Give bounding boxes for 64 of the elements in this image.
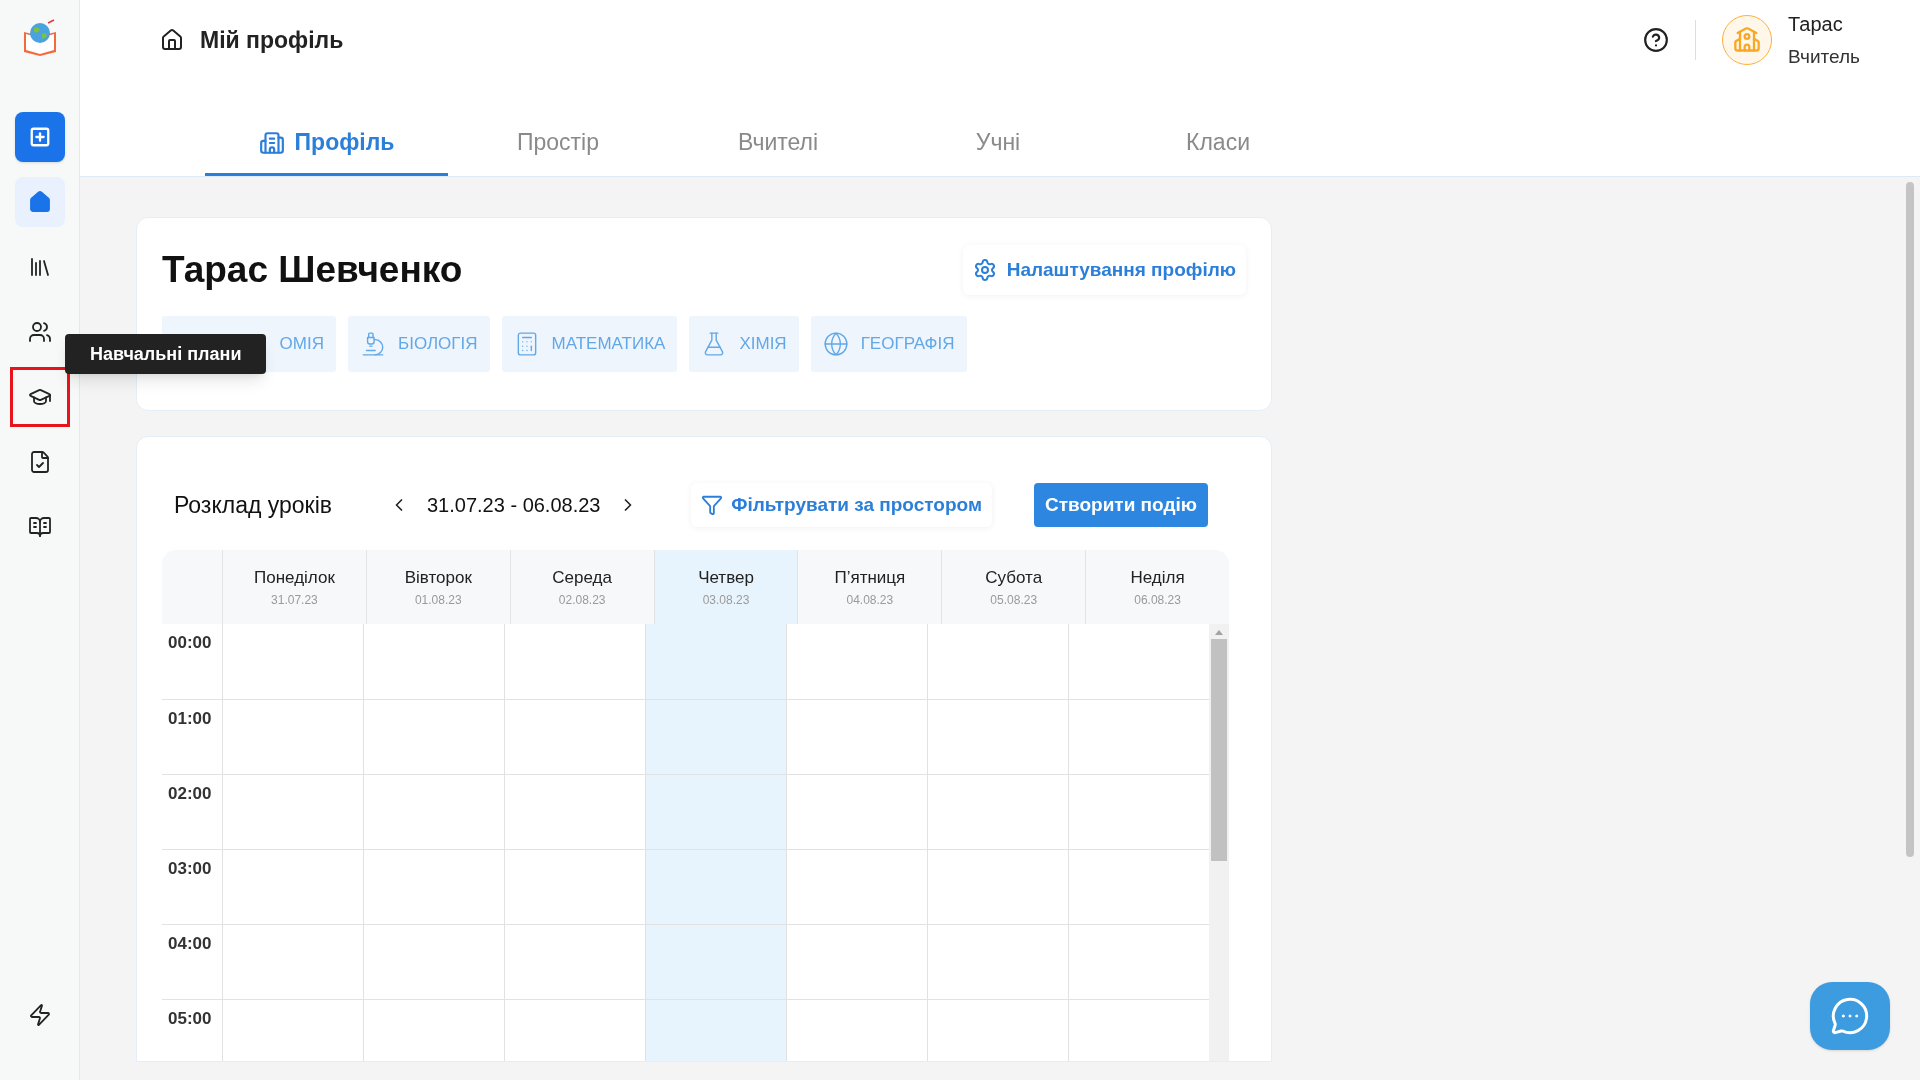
day-date: 04.08.23: [846, 591, 894, 609]
time-label: 02:00: [168, 784, 212, 803]
chat-button[interactable]: [1810, 982, 1890, 1050]
day-name: Понеділок: [254, 567, 335, 590]
day-name: П’ятниця: [834, 567, 906, 590]
time-slot[interactable]: [645, 700, 786, 774]
day-date: 05.08.23: [990, 591, 1038, 609]
day-name: Неділя: [1130, 567, 1185, 590]
book-icon: [27, 515, 52, 539]
tooltip: Навчальні плани: [65, 334, 267, 374]
scrollbar[interactable]: [1209, 624, 1229, 1061]
day-date: 01.08.23: [414, 591, 462, 609]
time-label: 03:00: [168, 859, 212, 878]
subject-tag: МАТЕМАТИКА: [501, 315, 678, 372]
time-label: 01:00: [168, 709, 212, 728]
tab[interactable]: Простір: [448, 112, 668, 176]
help-icon: [1643, 27, 1670, 53]
day-date: 31.07.23: [271, 591, 318, 609]
time-slot[interactable]: [645, 624, 786, 699]
date-range: 31.07.23 - 06.08.23: [427, 493, 601, 518]
day-date: 02.08.23: [558, 591, 606, 609]
time-slot[interactable]: [645, 925, 786, 999]
schedule-title: Розклад уроків: [174, 490, 333, 520]
users-icon: [27, 320, 52, 344]
tab[interactable]: Учні: [888, 112, 1108, 176]
school-icon: [1733, 26, 1762, 54]
time-label: 05:00: [168, 1009, 212, 1028]
tab[interactable]: Профіль: [205, 112, 448, 176]
subject-tag: БІОЛОГІЯ: [348, 315, 490, 372]
subject-tag: ГЕОГРАФІЯ: [810, 315, 967, 372]
time-slot[interactable]: [645, 1000, 786, 1061]
tab[interactable]: Вчителі: [668, 112, 888, 176]
add-icon: [28, 126, 51, 148]
chat-icon: [1830, 996, 1870, 1036]
lightning-icon: [27, 1003, 52, 1027]
tab[interactable]: Класи: [1108, 112, 1328, 176]
user-name: Тарас: [1788, 11, 1844, 37]
day-name: Вівторок: [404, 567, 472, 590]
user-role: Вчитель: [1788, 44, 1860, 69]
add-button[interactable]: [14, 112, 65, 162]
profile-settings-button[interactable]: Налаштування профілю: [962, 244, 1246, 295]
time-slot[interactable]: [645, 850, 786, 924]
page-scrollbar[interactable]: [1906, 182, 1914, 857]
subject-tag: ХІМІЯ: [689, 315, 799, 372]
building-icon: [258, 129, 285, 156]
filter-icon: [701, 494, 724, 516]
microscope-icon: [360, 330, 386, 357]
filter-button[interactable]: Фільтрувати за простором: [691, 483, 992, 527]
help-button[interactable]: [1643, 27, 1670, 53]
day-name: Середа: [552, 567, 612, 590]
day-date: 03.08.23: [702, 591, 750, 609]
settings-icon: [972, 257, 997, 282]
globe-icon: [822, 330, 849, 357]
page-title: Мій профіль: [200, 25, 344, 55]
profile-name: Тарас Шевченко: [162, 248, 463, 292]
day-date: 06.08.23: [1134, 591, 1181, 609]
create-event-button[interactable]: Створити подію: [1034, 483, 1208, 527]
time-label: 04:00: [168, 934, 212, 953]
day-name: Четвер: [698, 567, 754, 590]
time-slot[interactable]: [645, 775, 786, 849]
time-label: 00:00: [168, 633, 212, 652]
home-icon: [27, 190, 52, 214]
day-name: Субота: [985, 567, 1043, 590]
home-icon: [160, 28, 184, 52]
